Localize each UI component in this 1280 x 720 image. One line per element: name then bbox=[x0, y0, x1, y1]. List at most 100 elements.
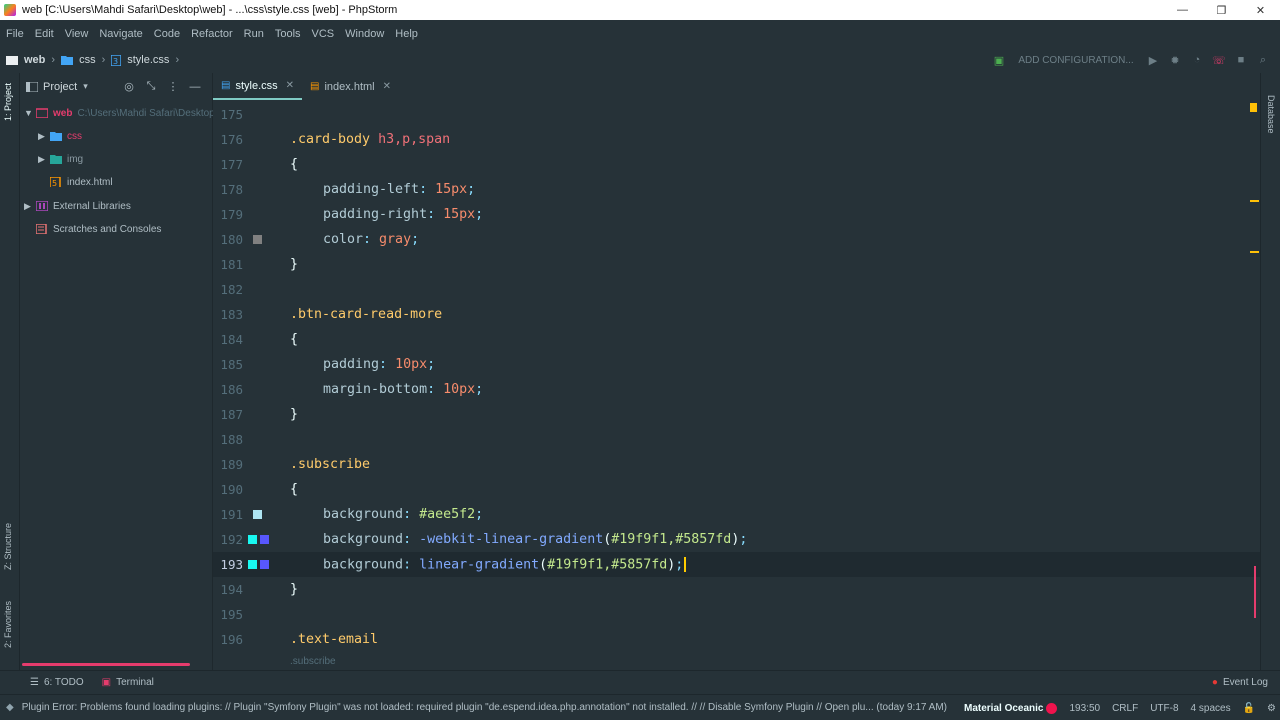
file-encoding[interactable]: UTF-8 bbox=[1150, 703, 1178, 714]
color-swatch-19f9f1[interactable] bbox=[248, 560, 257, 569]
color-swatch-5857fd[interactable] bbox=[260, 535, 269, 544]
breadcrumb-selector[interactable]: .subscribe bbox=[290, 656, 336, 667]
terminal-icon[interactable]: ▣ bbox=[988, 51, 1010, 69]
menu-code[interactable]: Code bbox=[154, 28, 180, 40]
arguments-token: #19f9f1,#5857fd bbox=[547, 557, 668, 573]
horizontal-scrollbar[interactable] bbox=[22, 663, 190, 666]
tag-token: h3,p,span bbox=[378, 132, 451, 147]
menu-edit[interactable]: Edit bbox=[35, 28, 54, 40]
more-options-icon[interactable]: ⋮ bbox=[162, 80, 184, 93]
inspector-icon[interactable]: ⚙ bbox=[1267, 703, 1276, 714]
line-number: 194 bbox=[220, 582, 243, 597]
project-view-selector[interactable]: Project bbox=[43, 81, 77, 93]
todo-icon: ☰ bbox=[30, 677, 39, 688]
phone-listen-icon[interactable]: ☏ bbox=[1208, 51, 1230, 69]
tree-item-css[interactable]: ▶ css bbox=[38, 125, 82, 147]
minimize-button[interactable]: — bbox=[1163, 0, 1202, 20]
database-tool-button[interactable]: Database bbox=[1266, 95, 1276, 134]
color-swatch-5857fd[interactable] bbox=[260, 560, 269, 569]
error-stripe-warning[interactable] bbox=[1250, 103, 1257, 112]
coverage-icon[interactable]: ◔ bbox=[1186, 51, 1208, 69]
structure-tool-button[interactable]: Z: Structure bbox=[3, 523, 13, 570]
breadcrumb-file[interactable]: 3 style.css › bbox=[111, 54, 179, 66]
breadcrumb-css[interactable]: css › bbox=[61, 54, 105, 66]
theme-indicator[interactable]: Material Oceanic bbox=[964, 703, 1043, 714]
code-text: .text-email bbox=[290, 632, 379, 647]
line-separator[interactable]: CRLF bbox=[1112, 703, 1138, 714]
tab-style-css[interactable]: ▤ style.css ✕ bbox=[213, 73, 303, 100]
color-swatch-aee5f2[interactable] bbox=[253, 510, 262, 519]
tab-index-html[interactable]: ▤ index.html ✕ bbox=[302, 73, 399, 100]
color-swatch-19f9f1[interactable] bbox=[248, 535, 257, 544]
tab-label: index.html bbox=[324, 80, 375, 93]
close-icon[interactable]: ✕ bbox=[383, 81, 391, 92]
menu-navigate[interactable]: Navigate bbox=[99, 28, 142, 40]
error-stripe-marker[interactable] bbox=[1250, 200, 1259, 202]
window-title: web [C:\Users\Mahdi Safari\Desktop\web] … bbox=[22, 4, 398, 16]
menu-window[interactable]: Window bbox=[345, 28, 384, 40]
add-configuration-button[interactable]: ADD CONFIGURATION... bbox=[1018, 51, 1134, 69]
code-text: } bbox=[290, 582, 299, 597]
indent-setting[interactable]: 4 spaces bbox=[1191, 703, 1231, 714]
menu-vcs[interactable]: VCS bbox=[312, 28, 335, 40]
css-file-icon: ▤ bbox=[221, 80, 231, 91]
stop-icon[interactable]: ■ bbox=[1230, 51, 1252, 69]
editor-breadcrumb[interactable]: .subscribe bbox=[213, 653, 1260, 670]
tree-item-external-libraries[interactable]: ▶ External Libraries bbox=[24, 195, 131, 217]
line-number: 188 bbox=[220, 432, 243, 447]
line-number: 184 bbox=[220, 332, 243, 347]
menu-file[interactable]: File bbox=[6, 28, 24, 40]
value-token: 10px bbox=[443, 382, 476, 397]
locate-icon[interactable]: ◎ bbox=[118, 80, 140, 93]
chevron-down-icon[interactable]: ▾ bbox=[83, 81, 88, 92]
chevron-right-icon: › bbox=[101, 54, 106, 66]
breadcrumb-label: web bbox=[24, 54, 46, 66]
color-swatch-gray[interactable] bbox=[253, 235, 262, 244]
run-icon[interactable]: ▶ bbox=[1142, 51, 1164, 69]
chevron-right-icon[interactable]: ▶ bbox=[24, 201, 36, 212]
favorites-tool-button[interactable]: 2: Favorites bbox=[3, 601, 13, 648]
line-number: 190 bbox=[220, 482, 243, 497]
status-message[interactable]: ◆ Plugin Error: Problems found loading p… bbox=[6, 702, 961, 713]
tree-item-img[interactable]: ▶ img bbox=[38, 148, 83, 170]
chevron-down-icon[interactable]: ▼ bbox=[24, 108, 36, 118]
todo-tool-button[interactable]: ☰ 6: TODO bbox=[30, 677, 84, 688]
collapse-all-icon[interactable]: ⤡ bbox=[140, 80, 162, 93]
chevron-right-icon[interactable]: ▶ bbox=[38, 154, 50, 165]
chevron-right-icon[interactable]: ▶ bbox=[38, 131, 50, 142]
breadcrumb-project[interactable]: web › bbox=[6, 54, 55, 66]
svg-text:5: 5 bbox=[52, 179, 57, 187]
menu-tools[interactable]: Tools bbox=[275, 28, 301, 40]
code-line: 183 .btn-card-read-more bbox=[213, 302, 1260, 327]
event-log-tool-button[interactable]: ● Event Log bbox=[1212, 677, 1268, 688]
search-icon[interactable]: ⌕ bbox=[1252, 51, 1274, 69]
caret-position[interactable]: 193:50 bbox=[1069, 703, 1100, 714]
close-icon[interactable]: ✕ bbox=[286, 80, 294, 91]
breadcrumb-label: css bbox=[79, 54, 96, 66]
image-folder-icon bbox=[50, 155, 62, 164]
restore-button[interactable]: ❐ bbox=[1202, 0, 1241, 20]
tree-item-scratches[interactable]: Scratches and Consoles bbox=[36, 218, 161, 240]
project-tool-button[interactable]: 1: Project bbox=[3, 83, 13, 121]
code-line: 191 background: #aee5f2; bbox=[213, 502, 1260, 527]
code-editor[interactable]: 175 176 .card-body h3,p,span 177 { 178 p… bbox=[213, 100, 1260, 653]
vertical-scrollbar[interactable] bbox=[1254, 566, 1256, 618]
code-line: 195 bbox=[213, 602, 1260, 627]
close-button[interactable]: ✕ bbox=[1241, 0, 1280, 20]
tree-item-web[interactable]: ▼ web C:\Users\Mahdi Safari\Desktop\ bbox=[24, 102, 218, 124]
hide-icon[interactable]: — bbox=[184, 81, 206, 93]
code-text: { bbox=[290, 332, 299, 347]
menu-help[interactable]: Help bbox=[395, 28, 418, 40]
terminal-icon: ▣ bbox=[101, 677, 112, 688]
menu-view[interactable]: View bbox=[65, 28, 89, 40]
code-line: 184 { bbox=[213, 327, 1260, 352]
line-number: 179 bbox=[220, 207, 243, 222]
menu-refactor[interactable]: Refactor bbox=[191, 28, 233, 40]
terminal-tool-button[interactable]: ▣ Terminal bbox=[102, 677, 154, 688]
menu-run[interactable]: Run bbox=[244, 28, 264, 40]
lock-icon[interactable]: 🔓 bbox=[1243, 703, 1255, 714]
error-stripe-marker[interactable] bbox=[1250, 251, 1259, 253]
tree-item-index-html[interactable]: 5 index.html bbox=[50, 171, 113, 193]
code-text: background: linear-gradient(#19f9f1,#585… bbox=[323, 556, 687, 573]
debug-icon[interactable]: ✹ bbox=[1164, 51, 1186, 69]
